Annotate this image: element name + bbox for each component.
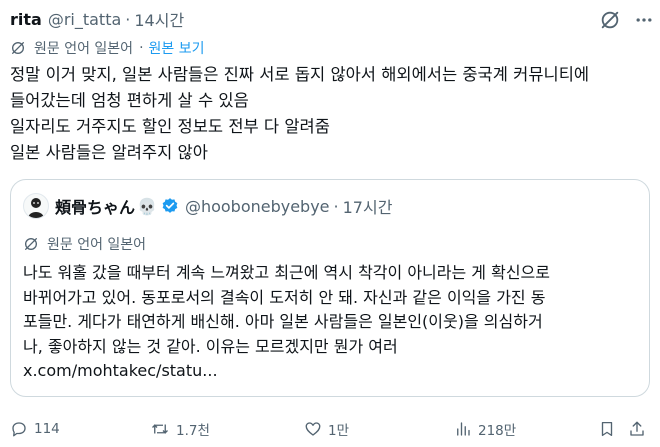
more-button[interactable] [630, 6, 658, 34]
quoted-translation-notice: 원문 언어 일본어 [23, 234, 146, 254]
translation-source-label: 원문 언어 일본어 [34, 41, 134, 57]
post-header: rita @ri_tatta · 14시간 [10, 7, 184, 31]
quoted-text-line: 포들만. 게다가 태연하게 배신해. 아마 일본 사람들은 일본인(이웃)을 의… [23, 312, 543, 331]
repost-button[interactable]: 1.7천 [150, 414, 210, 444]
post-text-line: 일자리도 거주지도 할인 정보도 전부 다 알려줌 [10, 117, 330, 136]
post-text: 정말 이거 맞지, 일본 사람들은 진짜 서로 돕지 않아서 해외에서는 중국계… [10, 62, 655, 166]
quoted-post-card[interactable]: 頬骨ちゃん 💀 @hoobonebyebye · 17시간 원문 언어 일본어 … [10, 179, 650, 397]
views-icon [457, 422, 470, 436]
author-handle[interactable]: @ri_tatta [48, 10, 121, 29]
quoted-author-avatar[interactable] [23, 193, 49, 219]
repost-icon [152, 424, 168, 434]
like-count: 1만 [328, 423, 350, 439]
translate-icon [23, 236, 39, 252]
view-count: 218만 [478, 423, 517, 439]
bookmark-icon [601, 421, 613, 437]
post-text-line: 일본 사람들은 알려주지 않아 [10, 143, 208, 162]
reply-count: 114 [34, 421, 60, 437]
quoted-post-timestamp[interactable]: 17시간 [343, 194, 393, 218]
share-button[interactable] [628, 414, 652, 444]
author-name[interactable]: rita [10, 10, 42, 29]
separator-dot: · [125, 9, 131, 29]
post-text-line: 정말 이거 맞지, 일본 사람들은 진짜 서로 돕지 않아서 해외에서는 중국계… [10, 65, 590, 84]
separator-dot: · [139, 40, 144, 56]
translation-notice: 원문 언어 일본어 · 원본 보기 [10, 38, 205, 58]
bookmark-button[interactable] [598, 414, 622, 444]
quoted-text-line: 바뀌어가고 있어. 동포로서의 결속이 도저히 안 돼. 자신과 같은 이익을 … [23, 287, 546, 307]
reply-button[interactable]: 114 [10, 414, 60, 444]
share-icon [630, 421, 644, 436]
quoted-text-line: 나도 워홀 갔을 때부터 계속 느껴왔고 최근에 역시 착각이 아니라는 게 확… [23, 263, 550, 282]
reply-icon [12, 422, 26, 437]
action-bar: 114 1.7천 1만 218만 [0, 414, 660, 444]
skull-emoji: 💀 [137, 196, 157, 216]
post-timestamp[interactable]: 14시간 [134, 7, 184, 31]
views-button[interactable]: 218만 [454, 414, 516, 444]
grok-button[interactable] [596, 6, 624, 34]
translation-source-label: 원문 언어 일본어 [47, 237, 147, 253]
like-button[interactable]: 1만 [304, 414, 349, 444]
quoted-author-handle[interactable]: @hoobonebyebye [185, 197, 330, 216]
quoted-author-name[interactable]: 頬骨ちゃん [55, 194, 135, 218]
quoted-post-header: 頬骨ちゃん 💀 @hoobonebyebye · 17시간 [23, 192, 392, 220]
separator-dot: · [333, 196, 339, 216]
grok-icon [601, 11, 619, 29]
quoted-text-line: 나, 좋아하지 않는 것 같아. 이유는 모르겠지만 뭔가 여러 [23, 336, 398, 356]
quoted-post-text: 나도 워홀 갔을 때부터 계속 느껴왔고 최근에 역시 착각이 아니라는 게 확… [23, 261, 638, 384]
translate-icon [10, 40, 26, 56]
quoted-post-link[interactable]: x.com/mohtakec/statu... [23, 359, 638, 384]
like-icon [305, 422, 321, 436]
repost-count: 1.7천 [176, 423, 210, 439]
more-icon [636, 18, 652, 22]
post-text-line: 들어갔는데 엄청 편하게 살 수 있음 [10, 91, 249, 110]
show-original-link[interactable]: 원본 보기 [149, 38, 205, 58]
verified-badge-icon [161, 197, 179, 215]
